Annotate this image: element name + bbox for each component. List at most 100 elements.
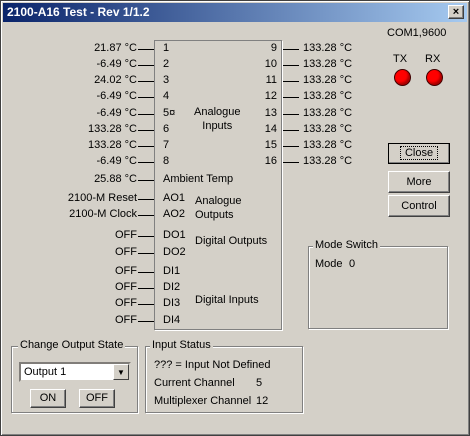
control-button[interactable]: Control <box>388 195 450 217</box>
analogue-input-4-value: -6.49 °C <box>96 90 137 102</box>
chevron-down-icon[interactable]: ▼ <box>113 364 129 380</box>
mode-switch-title: Mode Switch <box>313 239 380 251</box>
analogue-input-14-pin: 14 <box>264 123 277 135</box>
analogue-input-2-value: -6.49 °C <box>96 58 137 70</box>
analogue-input-11-value: 133.28 °C <box>303 74 353 86</box>
analogue-input-2-pin: 2 <box>163 58 170 70</box>
analogue-inputs-label: Analogue Inputs <box>194 106 241 132</box>
analogue-input-13-value: 133.28 °C <box>303 107 353 119</box>
window-title: 2100-A16 Test - Rev 1/1.2 <box>7 5 150 19</box>
analogue-input-6-value: 133.28 °C <box>87 123 137 135</box>
analogue-outputs-label: Analogue Outputs <box>195 195 242 221</box>
analogue-input-7-lead-line <box>138 146 154 147</box>
analogue-input-15-pin: 15 <box>264 139 277 151</box>
analogue-input-3-pin: 3 <box>163 74 170 86</box>
window-close-button[interactable]: × <box>448 5 464 19</box>
digital-input-1-value: OFF <box>115 265 137 277</box>
analogue-input-5-lead-line <box>138 114 154 115</box>
analogue-input-11-lead-line <box>283 81 299 82</box>
title-bar: 2100-A16 Test - Rev 1/1.2 × <box>3 3 467 22</box>
analogue-input-8-lead-line <box>138 162 154 163</box>
close-button-label: Close <box>399 146 439 160</box>
analogue-input-11-pin: 11 <box>265 74 277 86</box>
digital-output-2-pin: DO2 <box>163 246 186 258</box>
output-select-value: Output 1 <box>24 366 67 378</box>
off-button-label: OFF <box>86 392 108 404</box>
analogue-input-6-lead-line <box>138 130 154 131</box>
ambient-temp-pin: Ambient Temp <box>163 173 234 185</box>
change-output-title: Change Output State <box>18 339 126 351</box>
digital-input-1-pin: DI1 <box>163 265 181 277</box>
app-window: 2100-A16 Test - Rev 1/1.2 × COM1,9600 TX… <box>0 0 470 436</box>
digital-output-1-value: OFF <box>115 229 137 241</box>
digital-input-2-pin: DI2 <box>163 281 181 293</box>
analogue-input-5-pin: 5¤ <box>163 107 176 119</box>
output-select[interactable]: Output 1 ▼ <box>19 362 131 382</box>
analogue-input-9-lead-line <box>283 49 299 50</box>
digital-output-1-pin: DO1 <box>163 229 186 241</box>
analogue-input-15-lead-line <box>283 146 299 147</box>
ambient-temp-value: 25.88 °C <box>94 173 137 185</box>
digital-inputs-label: Digital Inputs <box>195 294 259 306</box>
more-button-label: More <box>406 176 432 188</box>
digital-input-1-lead-line <box>138 272 154 273</box>
digital-output-2-value: OFF <box>115 246 137 258</box>
analogue-output-2-value: 2100-M Clock <box>69 208 137 220</box>
analogue-input-1-value: 21.87 °C <box>94 42 137 54</box>
analogue-input-15-value: 133.28 °C <box>303 139 353 151</box>
control-button-label: Control <box>401 200 437 212</box>
analogue-input-16-value: 133.28 °C <box>303 155 353 167</box>
analogue-output-1-value: 2100-M Reset <box>67 192 137 204</box>
analogue-input-13-pin: 13 <box>264 107 277 119</box>
multiplexer-channel-label: Multiplexer Channel <box>154 395 252 407</box>
digital-input-3-pin: DI3 <box>163 297 181 309</box>
analogue-output-2-pin: AO2 <box>163 208 186 220</box>
analogue-input-10-lead-line <box>283 65 299 66</box>
digital-input-3-lead-line <box>138 304 154 305</box>
digital-input-2-lead-line <box>138 288 154 289</box>
close-button[interactable]: Close <box>388 143 450 164</box>
digital-outputs-label: Digital Outputs <box>195 235 268 247</box>
analogue-input-5-value: -6.49 °C <box>96 107 137 119</box>
analogue-input-16-lead-line <box>283 162 299 163</box>
more-button[interactable]: More <box>388 171 450 193</box>
analogue-output-1-pin: AO1 <box>163 192 186 204</box>
mode-label: Mode <box>315 258 343 270</box>
digital-input-3-value: OFF <box>115 297 137 309</box>
multiplexer-channel-value: 12 <box>256 395 269 407</box>
com-port-label: COM1,9600 <box>387 27 447 39</box>
off-button[interactable]: OFF <box>79 389 115 408</box>
analogue-input-6-pin: 6 <box>163 123 170 135</box>
analogue-input-1-lead-line <box>138 49 154 50</box>
tx-label: TX <box>393 53 408 65</box>
analogue-input-12-lead-line <box>283 97 299 98</box>
analogue-input-10-pin: 10 <box>264 58 277 70</box>
digital-output-2-lead-line <box>138 253 154 254</box>
analogue-input-12-value: 133.28 °C <box>303 90 353 102</box>
analogue-input-14-value: 133.28 °C <box>303 123 353 135</box>
analogue-input-10-value: 133.28 °C <box>303 58 353 70</box>
analogue-input-12-pin: 12 <box>264 90 277 102</box>
analogue-input-7-value: 133.28 °C <box>87 139 137 151</box>
analogue-input-2-lead-line <box>138 65 154 66</box>
digital-input-4-value: OFF <box>115 314 137 326</box>
analogue-input-7-pin: 7 <box>163 139 170 151</box>
analogue-input-13-lead-line <box>283 114 299 115</box>
on-button[interactable]: ON <box>30 389 66 408</box>
on-button-label: ON <box>39 392 57 404</box>
analogue-input-14-lead-line <box>283 130 299 131</box>
digital-input-2-value: OFF <box>115 281 137 293</box>
close-icon: × <box>452 6 460 18</box>
rx-led-indicator <box>426 69 443 86</box>
analogue-input-3-lead-line <box>138 81 154 82</box>
mode-value: 0 <box>349 258 356 270</box>
input-status-legend: ??? = Input Not Defined <box>154 359 271 371</box>
current-channel-value: 5 <box>256 377 263 389</box>
input-status-title: Input Status <box>150 339 213 351</box>
current-channel-label: Current Channel <box>154 377 235 389</box>
rx-label: RX <box>425 53 441 65</box>
digital-output-1-lead-line <box>138 236 154 237</box>
analogue-input-8-pin: 8 <box>163 155 170 167</box>
analogue-input-9-pin: 9 <box>270 42 277 54</box>
analogue-input-8-value: -6.49 °C <box>96 155 137 167</box>
